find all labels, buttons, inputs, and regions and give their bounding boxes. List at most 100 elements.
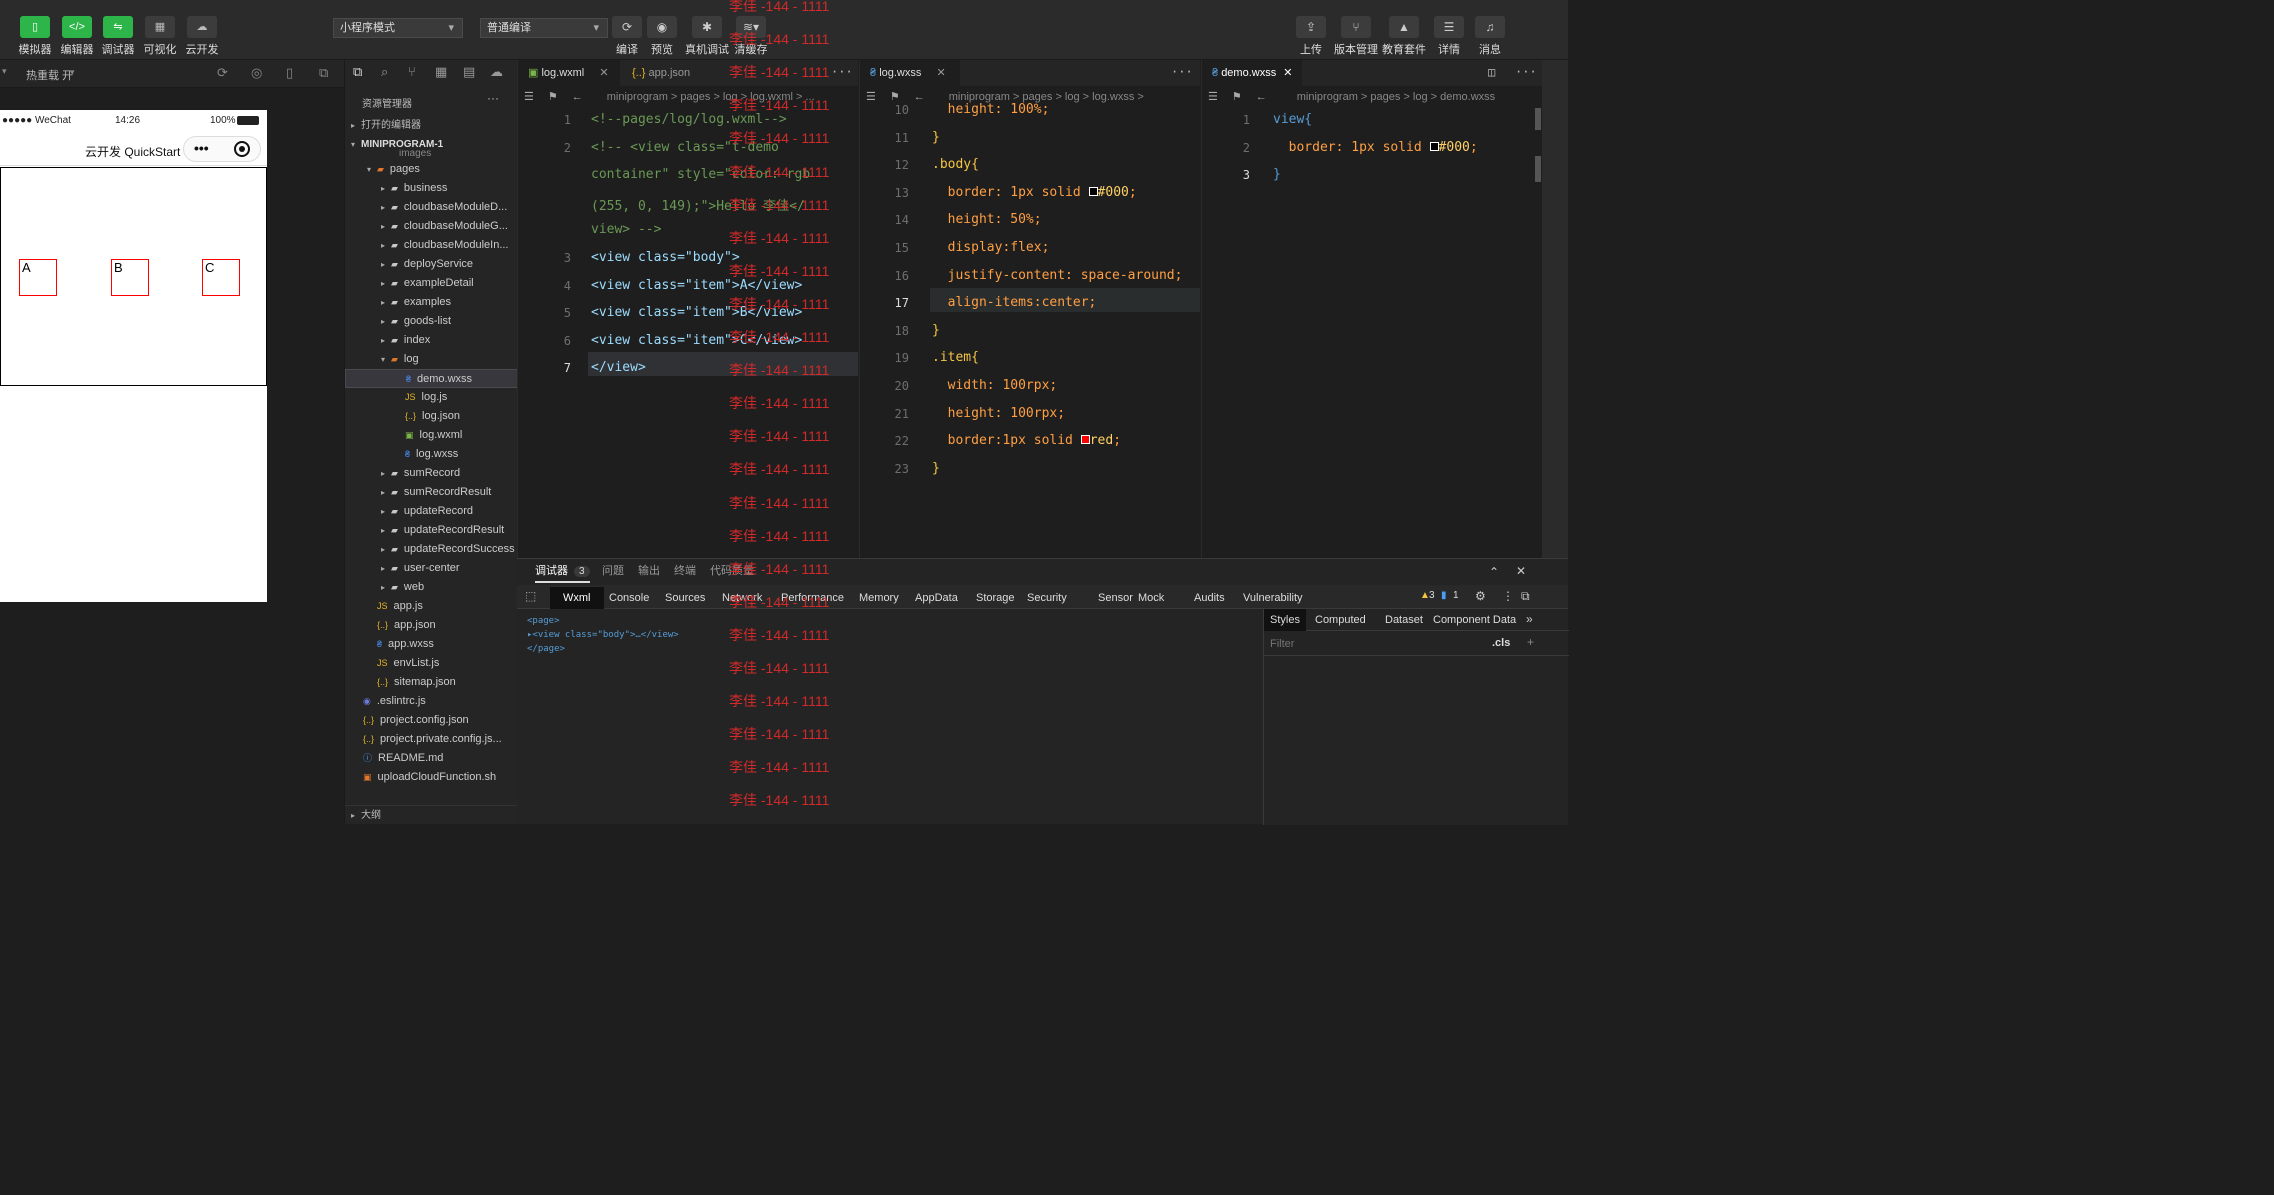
tab-console[interactable]: Console xyxy=(609,587,649,609)
file-tree-item[interactable]: {..} project.private.config.js... xyxy=(345,730,518,749)
file-tree-item[interactable]: ▸ ▰ index xyxy=(345,331,518,350)
tab-audits[interactable]: Audits xyxy=(1194,587,1225,609)
compile-select[interactable]: 普通编译 ▾ xyxy=(480,18,608,38)
back-arrow-icon[interactable]: ← xyxy=(1256,91,1267,103)
storage-icon[interactable]: ▤ xyxy=(463,64,475,80)
tab-mock[interactable]: Mock xyxy=(1138,587,1164,609)
remote-debug-button[interactable]: ✱ 真机调试 xyxy=(684,8,730,57)
file-tree-item[interactable]: ⓘ README.md xyxy=(345,749,518,768)
messages-button[interactable]: ♫ 消息 xyxy=(1467,8,1513,57)
preview-button[interactable]: ◉ 预览 xyxy=(639,8,685,57)
scrollbar[interactable] xyxy=(1535,108,1541,130)
back-arrow-icon[interactable]: ← xyxy=(914,91,925,103)
debugger-button[interactable]: ⇋ 调试器 xyxy=(98,8,138,57)
tab-1[interactable]: 问题 xyxy=(602,559,624,583)
edu-kit-button[interactable]: ▲ 教育套件 xyxy=(1381,8,1427,57)
file-tree-item[interactable]: ₴ demo.wxss xyxy=(345,369,518,388)
tab-storage[interactable]: Storage xyxy=(976,587,1015,609)
file-tree-item[interactable]: ▸ ▰ cloudbaseModuleD... xyxy=(345,198,518,217)
cls-toggle[interactable]: .cls xyxy=(1492,637,1510,649)
tab-appdata[interactable]: AppData xyxy=(915,587,958,609)
file-tree-item[interactable]: ▸ ▰ updateRecord xyxy=(345,502,518,521)
file-tree-item[interactable]: ▸ ▰ cloudbaseModuleG... xyxy=(345,217,518,236)
close-icon[interactable]: ✕ xyxy=(936,67,945,79)
file-tree-item[interactable]: ▣ uploadCloudFunction.sh xyxy=(345,768,518,787)
chevron-down-icon[interactable]: ▾ xyxy=(70,67,75,78)
file-tree-item[interactable]: ▸ ▰ exampleDetail xyxy=(345,274,518,293)
file-tree-item[interactable]: ▸ ▰ cloudbaseModuleIn... xyxy=(345,236,518,255)
mode-select[interactable]: 小程序模式 ▾ xyxy=(333,18,463,38)
close-icon[interactable]: ✕ xyxy=(599,67,608,79)
collapse-icon[interactable]: ⌃ xyxy=(1489,565,1499,579)
editor-button[interactable]: </> 编辑器 xyxy=(57,8,97,57)
git-icon[interactable]: ⑂ xyxy=(408,64,416,79)
bookmark-icon[interactable]: ⚑ xyxy=(890,91,900,103)
file-tree-item[interactable]: {..} sitemap.json xyxy=(345,673,518,692)
more-icon[interactable]: ··· xyxy=(1171,65,1193,79)
tab-log-wxss[interactable]: ₴ log.wxss ✕ xyxy=(860,60,960,86)
file-tree-item[interactable]: ▸ ▰ goods-list xyxy=(345,312,518,331)
more-icon[interactable]: ··· xyxy=(831,65,853,79)
chevrons-right-icon[interactable]: » xyxy=(1526,612,1533,626)
gear-icon[interactable]: ⚙ xyxy=(1475,589,1486,603)
file-tree-item[interactable]: ▸ ▰ business xyxy=(345,179,518,198)
tab-demo-wxss[interactable]: ₴ demo.wxss ✕ xyxy=(1202,60,1302,86)
tab-sensor[interactable]: Sensor xyxy=(1098,587,1133,609)
file-tree-item[interactable]: ▸ ▰ examples xyxy=(345,293,518,312)
file-tree-item[interactable]: ▣ log.wxml xyxy=(345,426,518,445)
bookmark-icon[interactable]: ⚑ xyxy=(1232,91,1242,103)
close-icon[interactable]: ✕ xyxy=(1516,564,1526,578)
file-tree-item[interactable]: ◉ .eslintrc.js xyxy=(345,692,518,711)
tab-styles[interactable]: Styles xyxy=(1264,609,1306,631)
cloud-dev-button[interactable]: ☁ 云开发 xyxy=(182,8,222,57)
search-icon[interactable]: ⌕ xyxy=(381,64,388,80)
tab-wxml[interactable]: Wxml xyxy=(550,587,604,609)
hot-reload-toggle[interactable]: 热重载 开 xyxy=(26,67,73,83)
file-tree-item[interactable]: ▾ ▰ pages xyxy=(345,160,518,179)
filter-input[interactable] xyxy=(1270,635,1470,652)
tab-2[interactable]: 输出 xyxy=(638,559,660,583)
tab-memory[interactable]: Memory xyxy=(859,587,899,609)
back-arrow-icon[interactable]: ← xyxy=(572,91,583,103)
file-tree-item[interactable]: {..} project.config.json xyxy=(345,711,518,730)
open-editors-header[interactable]: ▸ 打开的编辑器 xyxy=(345,116,518,135)
cloud-icon[interactable]: ☁ xyxy=(490,64,503,80)
visual-button[interactable]: ▦ 可视化 xyxy=(140,8,180,57)
file-tree-item[interactable]: ▾ ▰ log xyxy=(345,350,518,369)
files-icon[interactable]: ⧉ xyxy=(353,64,362,80)
list-icon[interactable]: ☰ xyxy=(866,91,876,103)
tab-computed[interactable]: Computed xyxy=(1315,609,1366,631)
file-tree-item[interactable]: ▸ ▰ web xyxy=(345,578,518,597)
extensions-icon[interactable]: ▦ xyxy=(435,64,447,80)
capsule-menu[interactable]: ••• xyxy=(183,136,261,162)
window-icon[interactable]: ⧉ xyxy=(319,65,328,81)
version-button[interactable]: ⑂ 版本管理 xyxy=(1333,8,1379,57)
file-tree-item[interactable]: JS envList.js xyxy=(345,654,518,673)
file-tree-item[interactable]: JS app.js xyxy=(345,597,518,616)
tree-node-page[interactable]: <page> xyxy=(527,614,679,628)
tree-node-page-close[interactable]: </page> xyxy=(527,642,679,656)
more-icon[interactable]: ··· xyxy=(1515,65,1537,79)
list-icon[interactable]: ☰ xyxy=(1208,91,1218,103)
more-icon[interactable]: ••• xyxy=(194,140,209,156)
file-tree-item[interactable]: ▸ ▰ deployService xyxy=(345,255,518,274)
tab-sources[interactable]: Sources xyxy=(665,587,705,609)
tab-3[interactable]: 终端 xyxy=(674,559,696,583)
details-button[interactable]: ☰ 详情 xyxy=(1426,8,1472,57)
file-tree-item[interactable]: ▸ ▰ sumRecord xyxy=(345,464,518,483)
bookmark-icon[interactable]: ⚑ xyxy=(548,91,558,103)
file-tree-item[interactable]: ₴ log.wxss xyxy=(345,445,518,464)
file-tree-item[interactable]: ▸ ▰ sumRecordResult xyxy=(345,483,518,502)
file-tree-item[interactable]: ₴ app.wxss xyxy=(345,635,518,654)
file-tree-item[interactable]: {..} log.json xyxy=(345,407,518,426)
more-icon[interactable]: ··· xyxy=(487,91,499,105)
tab-dataset[interactable]: Dataset xyxy=(1385,609,1423,631)
close-icon[interactable]: ✕ xyxy=(1283,67,1292,79)
inspect-icon[interactable]: ⬚ xyxy=(525,589,536,603)
stop-icon[interactable]: ◎ xyxy=(251,65,262,81)
file-tree-item[interactable]: JS log.js xyxy=(345,388,518,407)
scrollbar-thumb[interactable] xyxy=(1535,156,1541,182)
file-tree-item[interactable]: ▸ ▰ updateRecordResult xyxy=(345,521,518,540)
file-tree-item[interactable]: {..} app.json xyxy=(345,616,518,635)
file-tree-item[interactable]: ▸ ▰ user-center xyxy=(345,559,518,578)
